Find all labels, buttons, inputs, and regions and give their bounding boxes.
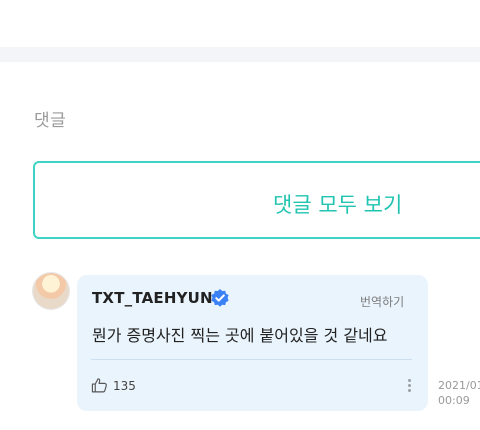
comment-divider — [91, 359, 412, 360]
translate-link[interactable]: 번역하기 — [360, 293, 404, 310]
comment-timestamp: 2021/01 00:09 — [438, 378, 480, 408]
comment-bubble: TXT_TAEHYUN 번역하기 뭔가 증명사진 찍는 곳에 붙어있을 것 같네… — [77, 275, 428, 411]
comment-text: 뭔가 증명사진 찍는 곳에 붙어있을 것 같네요 — [92, 326, 388, 345]
comments-page: 댓글 댓글 모두 보기 TXT_TAEHYUN 번역하기 뭔가 증명사진 찍는 … — [0, 0, 480, 430]
view-all-comments-button[interactable]: 댓글 모두 보기 — [33, 161, 480, 239]
verified-badge-icon — [211, 289, 229, 307]
comments-section-title: 댓글 — [34, 111, 67, 131]
thumbs-up-icon — [91, 378, 107, 393]
more-vertical-icon[interactable] — [404, 377, 414, 395]
comment-time: 00:09 — [438, 394, 470, 407]
comment-date: 2021/01 — [438, 379, 480, 392]
commenter-avatar[interactable] — [33, 273, 69, 309]
comment-author[interactable]: TXT_TAEHYUN — [92, 289, 213, 307]
view-all-comments-label: 댓글 모두 보기 — [273, 193, 403, 217]
like-count: 135 — [113, 379, 136, 393]
section-divider — [0, 47, 480, 62]
top-area — [0, 0, 480, 47]
